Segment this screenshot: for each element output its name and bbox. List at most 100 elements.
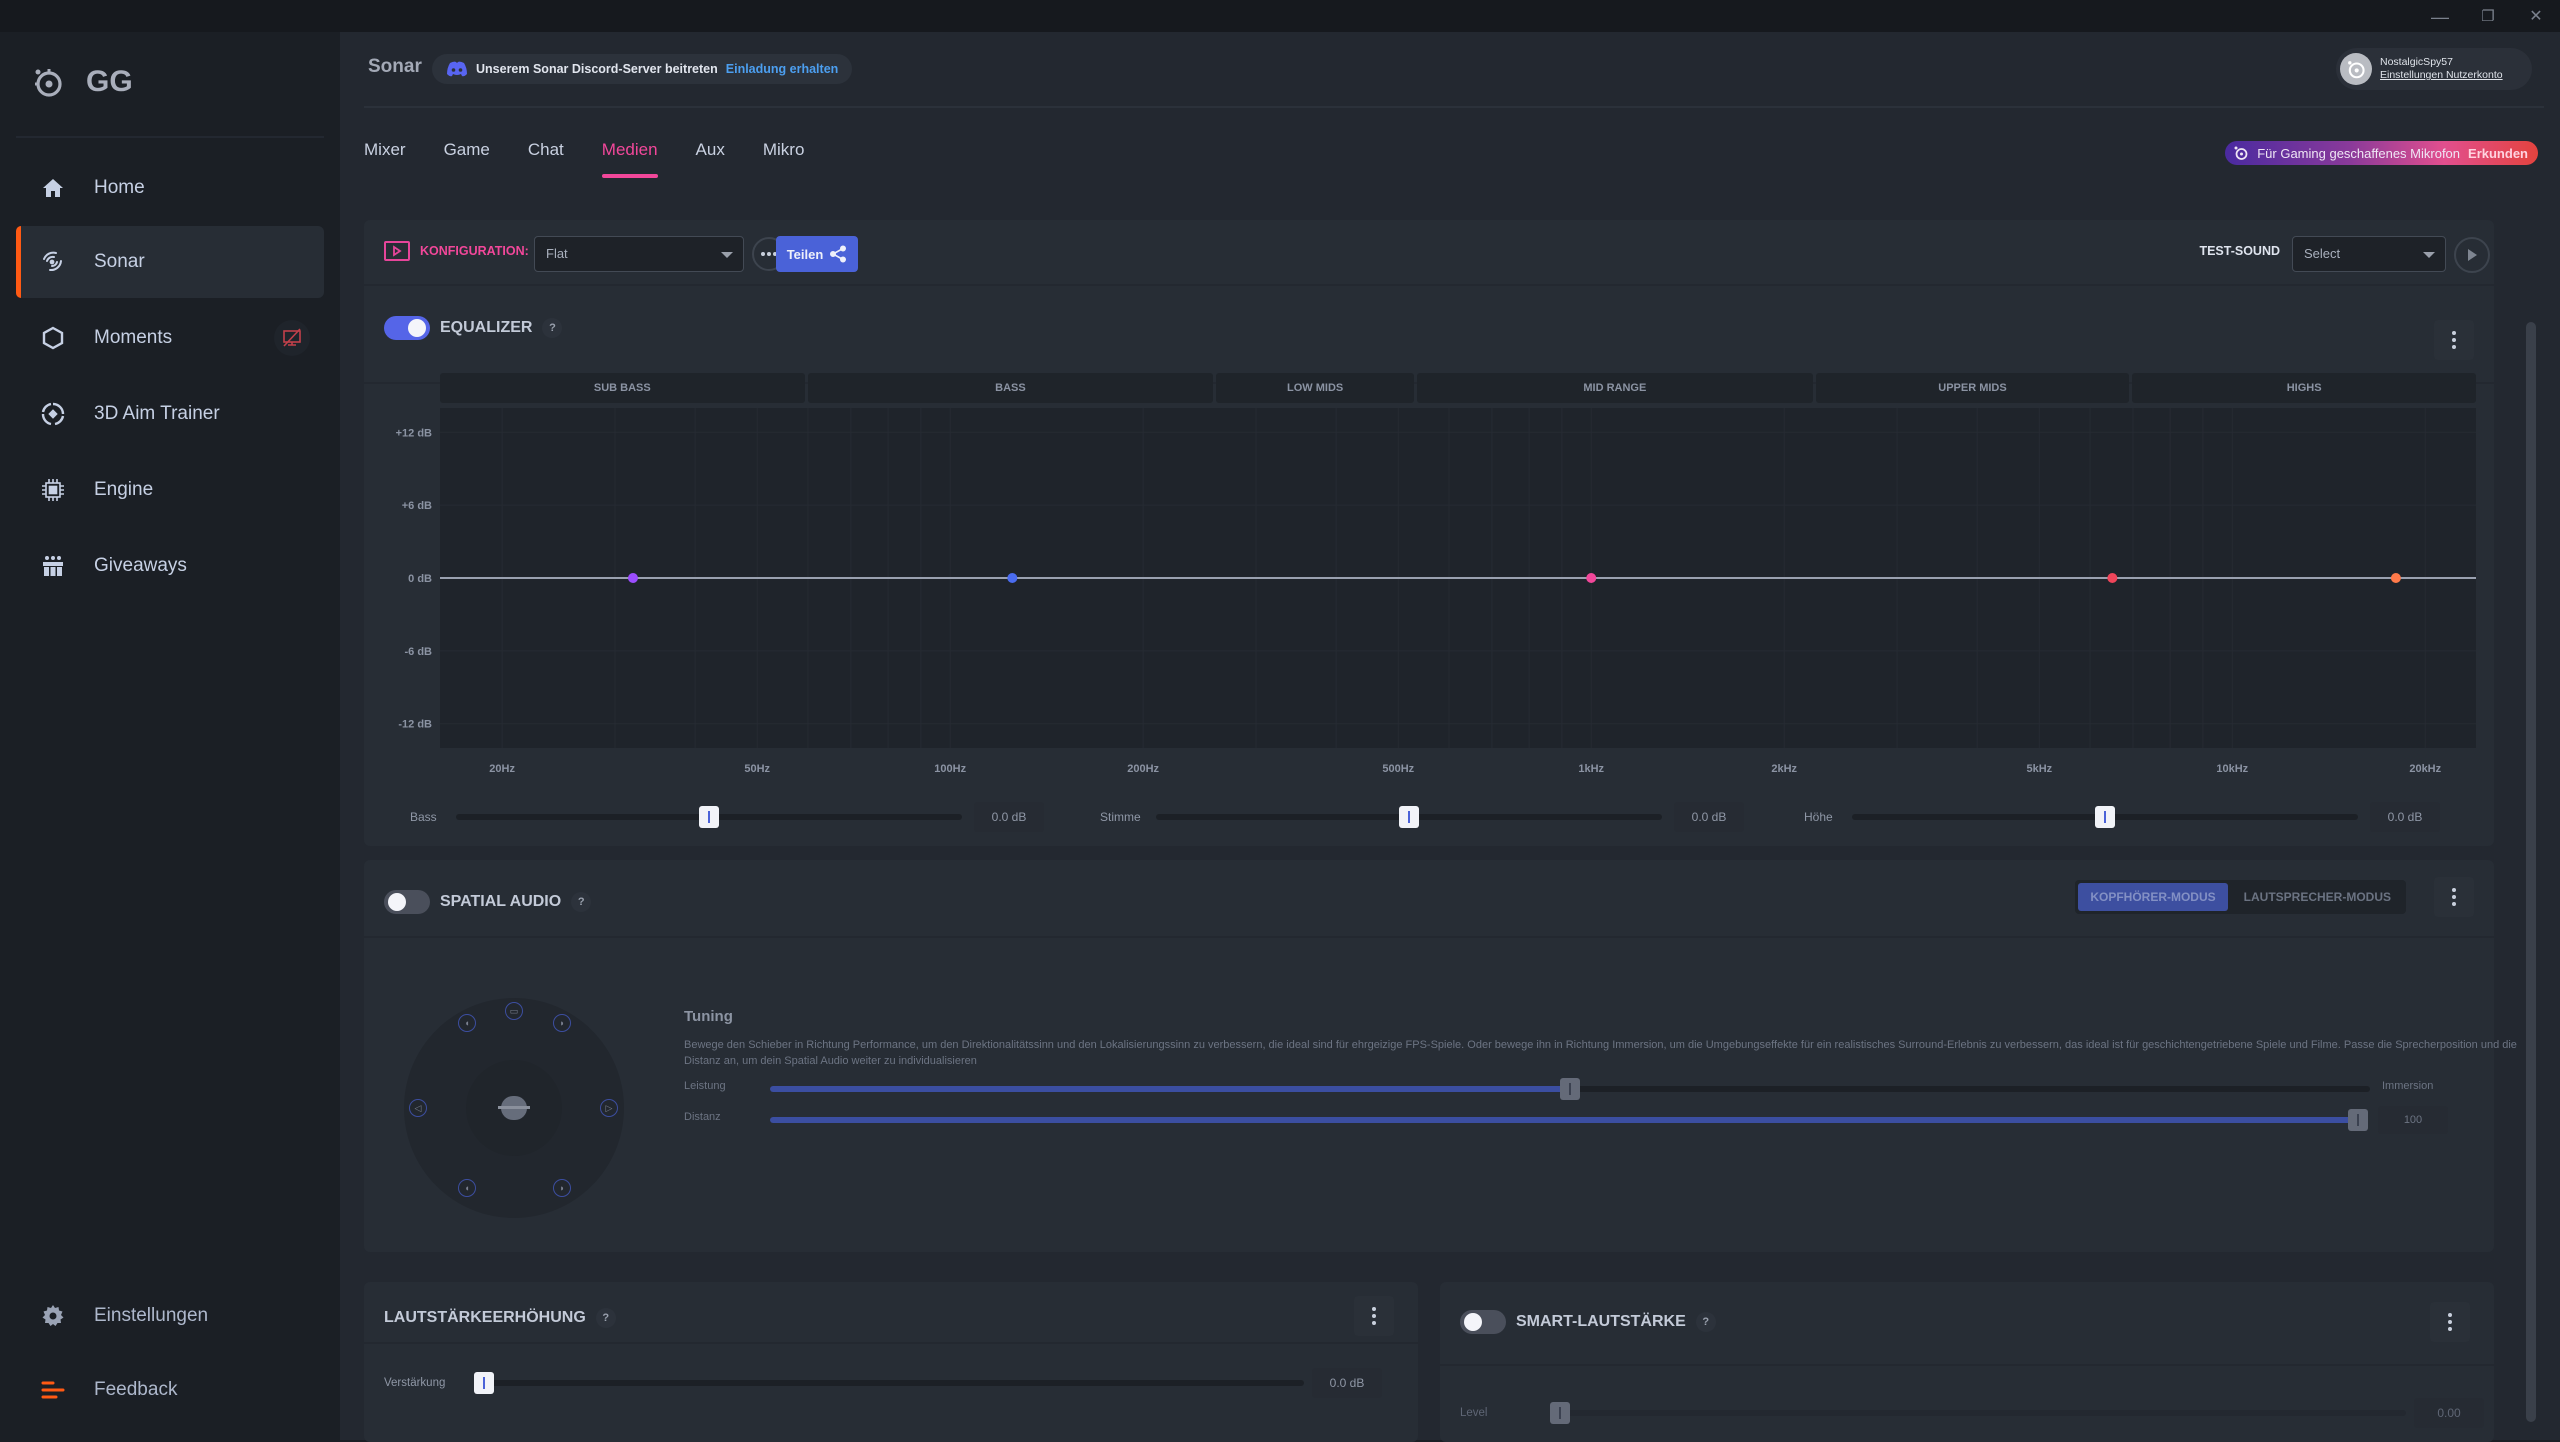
help-icon[interactable]: ? <box>1695 1312 1716 1332</box>
equalizer-menu-button[interactable] <box>2434 320 2474 360</box>
sidebar-item-moments[interactable]: Moments <box>16 302 324 374</box>
speaker-side-right-icon[interactable]: ▷ <box>600 1099 618 1117</box>
tab-mikro[interactable]: Mikro <box>763 140 805 180</box>
speaker-front-left-icon[interactable]: ◖ <box>458 1014 476 1032</box>
hoehe-slider-row: Höhe 0.0 dB <box>1804 802 2440 832</box>
equalizer-title: EQUALIZER <box>440 319 533 336</box>
close-button[interactable]: ✕ <box>2516 4 2556 30</box>
account-name: NostalgicSpy57 <box>2380 56 2453 68</box>
config-label: KONFIGURATION: <box>420 244 529 258</box>
equalizer-chart[interactable]: +12 dB +6 dB 0 dB -6 dB -12 dB 20Hz 50Hz 100Hz 2… <box>370 408 2480 818</box>
account-pill[interactable]: NostalgicSpy57 Einstellungen Nutzerkonto <box>2336 48 2532 90</box>
hoehe-slider[interactable] <box>1852 806 2358 828</box>
x-tick-label: 5kHz <box>2026 763 2052 775</box>
distanz-label: Distanz <box>684 1111 721 1123</box>
steelseries-logo-icon <box>2234 146 2248 160</box>
verstaerkung-slider-thumb[interactable] <box>474 1372 494 1394</box>
sidebar-item-einstellungen[interactable]: Einstellungen <box>16 1280 324 1352</box>
sidebar-item-label: Engine <box>94 479 154 500</box>
speaker-rear-left-icon[interactable]: ◖ <box>458 1179 476 1197</box>
sidebar-item-3d-aim-trainer[interactable]: 3D Aim Trainer <box>16 378 324 450</box>
level-label: Level <box>1460 1407 1488 1419</box>
sonar-icon <box>38 247 68 277</box>
equalizer-toggle[interactable] <box>384 316 430 340</box>
stimme-slider[interactable] <box>1156 806 1662 828</box>
verstaerkung-slider[interactable] <box>474 1372 1304 1394</box>
speaker-mode-button[interactable]: LAUTSPRECHER-MODUS <box>2232 883 2403 911</box>
config-icon <box>384 241 410 261</box>
tab-bar: Mixer Game Chat Medien Aux Mikro <box>364 140 842 180</box>
config-select[interactable]: Flat <box>534 236 744 272</box>
speaker-side-left-icon[interactable]: ◁ <box>409 1099 427 1117</box>
discord-banner[interactable]: Unserem Sonar Discord-Server beitreten E… <box>432 54 853 84</box>
stimme-slider-thumb[interactable] <box>1399 806 1419 828</box>
tab-medien[interactable]: Medien <box>601 140 658 180</box>
smart-volume-menu-button[interactable] <box>2430 1302 2470 1342</box>
scrollbar[interactable] <box>2526 322 2536 1422</box>
eq-point-3[interactable] <box>1586 573 1597 583</box>
play-test-sound-button[interactable] <box>2454 237 2490 273</box>
headphone-mode-button[interactable]: KOPFHÖRER-MODUS <box>2078 883 2228 911</box>
speaker-front-center-icon[interactable]: ▭ <box>505 1002 523 1020</box>
x-tick-label: 200Hz <box>1127 763 1159 775</box>
tuning-title: Tuning <box>684 1008 733 1025</box>
chip-icon <box>38 475 68 505</box>
smart-volume-toggle[interactable] <box>1460 1310 1506 1334</box>
level-slider[interactable] <box>1550 1402 2406 1424</box>
tab-mixer[interactable]: Mixer <box>364 140 406 180</box>
help-icon[interactable]: ? <box>595 1308 616 1328</box>
restore-button[interactable]: ❐ <box>2468 4 2508 30</box>
equalizer-header: EQUALIZER ? <box>384 316 563 340</box>
verstaerkung-label: Verstärkung <box>384 1377 446 1389</box>
sidebar-item-home[interactable]: Home <box>16 152 324 224</box>
mic-promo-banner[interactable]: Für Gaming geschaffenes Mikrofon Erkunde… <box>2225 141 2538 165</box>
sidebar-item-label: Home <box>94 177 145 198</box>
speaker-rear-right-icon[interactable]: ◗ <box>553 1179 571 1197</box>
promo-cta[interactable]: Erkunden <box>2468 146 2528 161</box>
eq-point-4[interactable] <box>2107 573 2118 583</box>
sidebar-item-sonar[interactable]: Sonar <box>16 226 324 298</box>
help-icon[interactable]: ? <box>542 318 563 338</box>
test-sound-select[interactable]: Select <box>2292 236 2446 272</box>
tab-chat[interactable]: Chat <box>528 140 564 180</box>
band-bass: BASS <box>807 373 1214 403</box>
eq-point-5[interactable] <box>2390 573 2401 583</box>
distanz-slider-thumb[interactable] <box>2348 1109 2368 1131</box>
eq-point-1[interactable] <box>627 573 638 583</box>
eq-point-2[interactable] <box>1007 573 1018 583</box>
x-tick-label: 20kHz <box>2409 763 2441 775</box>
band-low-mids: LOW MIDS <box>1216 373 1415 403</box>
leistung-slider[interactable] <box>770 1078 2370 1100</box>
speaker-front-right-icon[interactable]: ◗ <box>553 1014 571 1032</box>
share-button[interactable]: Teilen <box>776 236 858 272</box>
spatial-audio-toggle[interactable] <box>384 890 430 914</box>
distanz-slider[interactable] <box>770 1109 2368 1131</box>
tab-game[interactable]: Game <box>444 140 490 180</box>
help-icon[interactable]: ? <box>571 892 592 912</box>
monitor-off-icon[interactable] <box>274 320 310 356</box>
steelseries-logo-icon <box>35 69 62 97</box>
speaker-position-map[interactable]: ▭ ◖ ◗ ◁ ▷ ◖ ◗ <box>404 998 624 1218</box>
level-slider-thumb[interactable] <box>1550 1402 1570 1424</box>
bass-slider[interactable] <box>456 806 962 828</box>
discord-icon <box>447 61 467 77</box>
volume-boost-menu-button[interactable] <box>1354 1296 1394 1336</box>
leistung-slider-thumb[interactable] <box>1560 1078 1580 1100</box>
crosshair-icon <box>38 399 68 429</box>
sidebar-item-giveaways[interactable]: Giveaways <box>16 530 324 602</box>
minimize-button[interactable]: — <box>2420 4 2460 30</box>
tuning-description: Bewege den Schieber in Richtung Performa… <box>684 1039 2517 1067</box>
sidebar-item-engine[interactable]: Engine <box>16 454 324 526</box>
account-settings-link[interactable]: Einstellungen Nutzerkonto <box>2380 69 2503 82</box>
sidebar: GG Home Sonar Moments 3D Aim Trainer Eng… <box>0 32 340 1440</box>
discord-text: Unserem Sonar Discord-Server beitreten <box>476 62 718 76</box>
spatial-audio-menu-button[interactable] <box>2434 877 2474 917</box>
hoehe-slider-thumb[interactable] <box>2095 806 2115 828</box>
tab-aux[interactable]: Aux <box>696 140 725 180</box>
sidebar-item-feedback[interactable]: Feedback <box>16 1354 324 1426</box>
level-slider-row: Level 0.00 <box>1460 1398 2484 1428</box>
sidebar-item-label: Sonar <box>94 251 145 272</box>
distanz-value: 100 <box>2378 1106 2448 1134</box>
discord-invite-link[interactable]: Einladung erhalten <box>726 62 839 76</box>
bass-slider-thumb[interactable] <box>699 806 719 828</box>
